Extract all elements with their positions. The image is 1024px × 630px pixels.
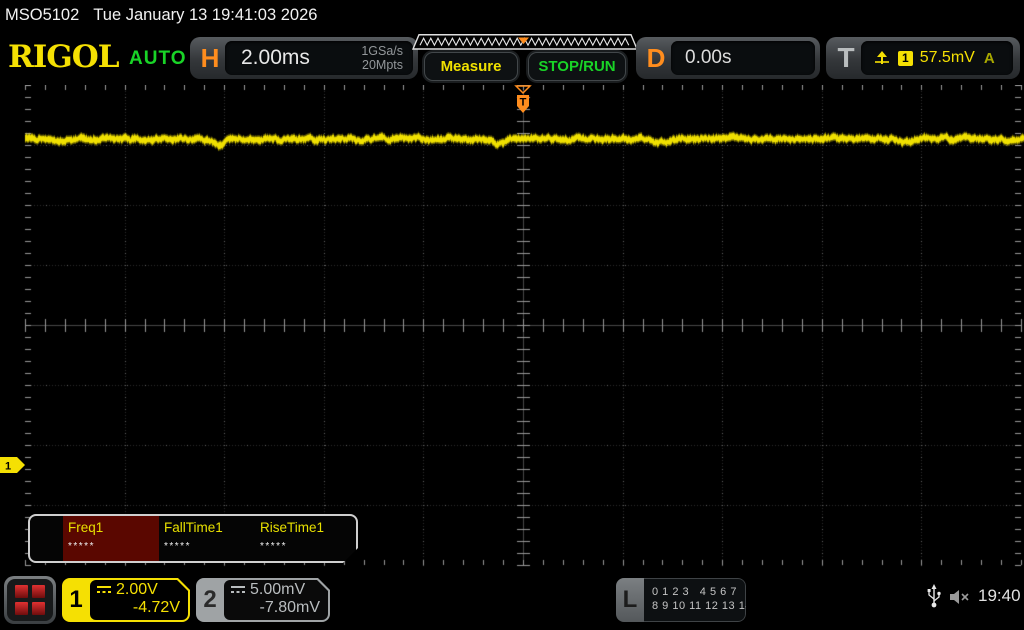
memory-depth: 20Mpts [362, 58, 403, 72]
horizontal-position-band[interactable] [412, 34, 638, 50]
channel2-scale: 5.00mV [250, 581, 306, 598]
usb-icon [927, 584, 941, 608]
trigger-level-value: 57.5mV [919, 49, 975, 66]
rigol-logo: RIGOL [8, 39, 120, 75]
channel1-scale: 2.00V [116, 581, 158, 598]
clock-display: 19:40 [978, 586, 1021, 605]
measurement-item-falltime1[interactable]: FallTime1 ***** [159, 516, 255, 561]
delay-value: 0.00s [685, 47, 732, 68]
measure-button-label: Measure [440, 58, 502, 75]
sample-rate: 1GSa/s [361, 43, 403, 58]
measurement-label: Freq1 [68, 520, 104, 535]
logic-label: L [616, 578, 644, 622]
trigger-source-badge: 1 [898, 50, 913, 66]
channel1-offset: -4.72V [132, 599, 180, 616]
speaker-muted-icon [950, 590, 969, 604]
measurement-value: ***** [260, 541, 287, 552]
channel2-offset: -7.80mV [259, 599, 320, 616]
header-bar: RIGOL AUTO H 2.00ms 1GSa/s 20Mpts Measur… [0, 30, 1024, 85]
trigger-block[interactable]: T 1 57.5mV A [826, 37, 1020, 79]
channel2-block[interactable]: 2 5.00mV -7.80mV [196, 578, 330, 622]
measurement-label: FallTime1 [164, 520, 223, 535]
delay-block[interactable]: D 0.00s [636, 37, 820, 79]
timebase-value: 2.00ms [241, 46, 310, 69]
channel2-number: 2 [203, 586, 217, 613]
channel1-number: 1 [69, 586, 83, 613]
windows-menu-button-face [7, 579, 53, 621]
datetime-text: Tue January 13 19:41:03 2026 [93, 6, 318, 24]
logic-row-1: 0 1 2 3 4 5 6 7 [652, 586, 737, 598]
horizontal-screen: 2.00ms 1GSa/s 20Mpts [225, 41, 413, 75]
channel2-settings: 5.00mV -7.80mV [224, 580, 328, 620]
channel1-marker-arrow-icon [0, 457, 25, 473]
measurement-item-freq1[interactable]: Freq1 ***** [63, 516, 159, 561]
channel1-block[interactable]: 1 2.00V -4.72V [62, 578, 190, 622]
acquisition-mode-indicator: AUTO [129, 48, 187, 69]
stop-run-button[interactable]: STOP/RUN [528, 52, 626, 81]
channel1-marker-number: 1 [5, 461, 11, 473]
delay-label: D [646, 42, 666, 73]
dc-coupling-icon [96, 585, 112, 595]
trigger-screen: 1 57.5mV A [861, 41, 1013, 75]
stop-run-button-label: STOP/RUN [538, 58, 616, 75]
waveform-display-area: T 1 Freq1 ***** FallTime1 ***** RiseTime… [0, 85, 1024, 570]
rising-edge-icon [875, 51, 889, 64]
measurement-item-risetime1[interactable]: RiseTime1 ***** [255, 516, 351, 561]
measurement-value: ***** [68, 541, 95, 552]
logic-row-2: 8 9 10 11 12 13 14 15 [652, 600, 746, 612]
trigger-position-marker[interactable]: T [513, 85, 533, 115]
trigger-sweep-mode: A [983, 49, 995, 67]
dc-coupling-icon [230, 585, 246, 595]
windows-icon [7, 579, 53, 621]
bottom-bar: 1 2.00V -4.72V 2 5.00mV -7.80mV L 0 1 2 … [0, 570, 1024, 630]
logic-channels-block[interactable]: L 0 1 2 3 4 5 6 7 8 9 10 11 12 13 14 15 [616, 578, 746, 622]
trigger-marker-outline-icon [514, 85, 532, 95]
measurement-results-panel: Freq1 ***** FallTime1 ***** RiseTime1 **… [28, 514, 358, 563]
measurement-value: ***** [164, 541, 191, 552]
trigger-marker-letter: T [520, 97, 527, 109]
status-bar: MSO5102 Tue January 13 19:41:03 2026 [0, 0, 1024, 30]
acquisition-rates: 1GSa/s 20Mpts [361, 44, 413, 73]
horizontal-label: H [200, 42, 220, 73]
measurement-label: RiseTime1 [260, 520, 325, 535]
channel1-ground-marker[interactable]: 1 [0, 457, 26, 474]
channel1-settings: 2.00V -4.72V [90, 580, 188, 620]
model-name: MSO5102 [5, 6, 80, 24]
horizontal-timebase-block[interactable]: H 2.00ms 1GSa/s 20Mpts [190, 37, 418, 79]
logic-channel-list: 0 1 2 3 4 5 6 7 8 9 10 11 12 13 14 15 [644, 578, 746, 622]
measure-button[interactable]: Measure [424, 52, 518, 81]
trigger-label: T [837, 42, 855, 73]
delay-screen: 0.00s [671, 41, 815, 75]
graticule-canvas [0, 85, 1024, 570]
windows-menu-button[interactable] [4, 576, 56, 624]
